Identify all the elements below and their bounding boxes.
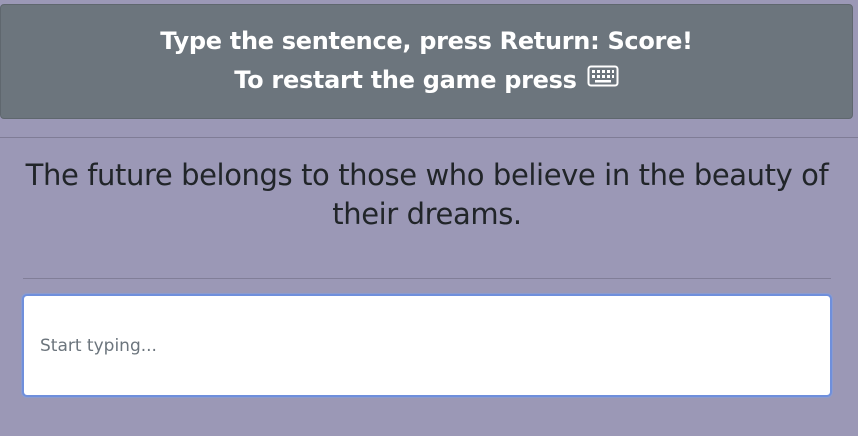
typing-input[interactable] bbox=[22, 294, 832, 397]
keyboard-icon[interactable] bbox=[587, 65, 619, 93]
target-sentence: The future belongs to those who believe … bbox=[25, 158, 829, 231]
sentence-divider bbox=[23, 278, 831, 279]
restart-instructions-text: To restart the game press bbox=[234, 66, 577, 94]
instructions-banner: Type the sentence, press Return: Score! … bbox=[0, 4, 853, 119]
restart-instructions: To restart the game press bbox=[1, 65, 852, 95]
instructions-text: Type the sentence, press Return: Score! bbox=[160, 27, 693, 55]
header-divider bbox=[0, 137, 858, 138]
